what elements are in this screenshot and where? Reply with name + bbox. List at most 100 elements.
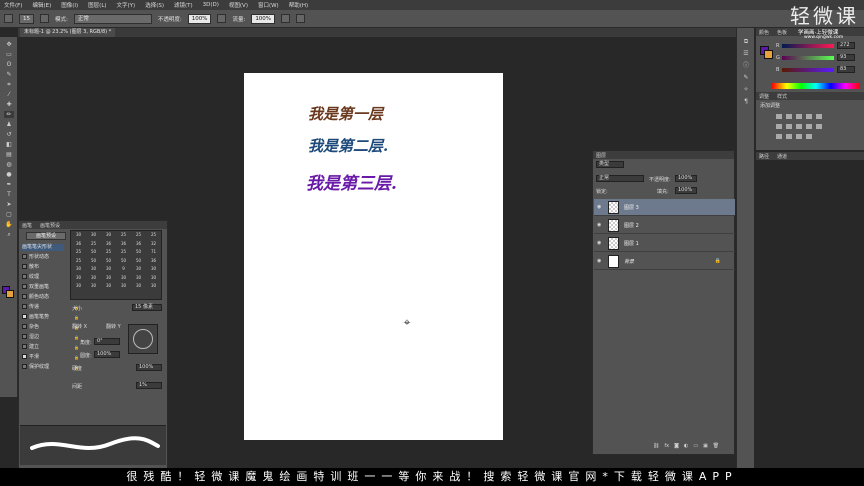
brush-tip[interactable]: 36 <box>131 240 146 249</box>
vibrance-icon[interactable] <box>816 114 822 119</box>
brush-tip[interactable]: 30 <box>116 274 131 283</box>
clone-source-icon[interactable]: ✧ <box>741 86 751 93</box>
brush-option-color-dynamics[interactable]: 颜色动态🔒 <box>22 294 79 301</box>
trash-icon[interactable]: 🗑 <box>713 443 719 451</box>
channel-mixer-icon[interactable] <box>816 124 822 129</box>
checkbox[interactable] <box>22 324 27 329</box>
brush-tip[interactable]: 36 <box>101 240 116 249</box>
brush-option-transfer[interactable]: 传递 🔒 <box>22 304 79 311</box>
checkbox[interactable] <box>22 254 27 259</box>
crop-tool-icon[interactable]: ⌗ <box>4 81 14 88</box>
menu-edit[interactable]: 编辑(E) <box>32 1 51 9</box>
zoom-tool-icon[interactable]: ⌕ <box>4 231 14 238</box>
history-icon[interactable]: ⧉ <box>741 38 751 45</box>
brush-panel-toggle-icon[interactable] <box>40 14 49 23</box>
brush-tip[interactable]: 25 <box>116 248 131 257</box>
flip-y-checkbox[interactable]: 翻转 Y <box>106 323 121 330</box>
brush-size-picker[interactable]: 15 <box>19 13 34 24</box>
curves-icon[interactable] <box>796 114 802 119</box>
brush-tip[interactable]: 30 <box>101 231 116 240</box>
black-white-icon[interactable] <box>796 124 802 129</box>
eye-icon[interactable]: ◉ <box>597 204 601 210</box>
mode-select[interactable]: 正常 <box>73 13 152 24</box>
brush-tip[interactable]: 25 <box>86 240 101 249</box>
size-input[interactable]: 15 像素 <box>132 304 162 311</box>
menu-type[interactable]: 文字(Y) <box>117 1 136 9</box>
exposure-icon[interactable] <box>806 114 812 119</box>
brush-option-wet-edges[interactable]: 湿边 🔒 <box>22 334 79 341</box>
tab-adjustments[interactable]: 调整 <box>759 93 769 100</box>
dodge-tool-icon[interactable]: ● <box>4 171 14 178</box>
brush-tip[interactable]: 50 <box>86 257 101 266</box>
layer-row[interactable]: ◉ 图层 2 <box>594 217 735 234</box>
brush-option-scattering[interactable]: 散布🔒 <box>22 264 79 271</box>
brush-tip-grid[interactable]: 30 30 30 25 25 25 36 25 36 36 36 32 25 50 25 25 50 71 25 50… <box>70 230 162 300</box>
brush-tip[interactable]: 50 <box>131 248 146 257</box>
brush-tip[interactable]: 30 <box>116 282 131 291</box>
tab-layers[interactable]: 图层 <box>596 152 606 159</box>
brush-panel-icon[interactable]: ✎ <box>741 74 751 81</box>
brush-tip[interactable]: 30 <box>146 265 161 274</box>
r-input[interactable]: 272 <box>837 42 855 49</box>
airbrush-icon[interactable] <box>281 14 291 23</box>
brush-option-brush-pose[interactable]: 画笔笔势 🔒 <box>22 314 79 321</box>
background-color-swatch[interactable] <box>6 290 14 298</box>
layer-row[interactable]: ◉ 图层 1 <box>594 235 735 252</box>
brush-tip[interactable]: 32 <box>146 240 161 249</box>
menu-image[interactable]: 图像(I) <box>61 1 78 9</box>
pen-tool-icon[interactable]: ✒ <box>4 181 14 188</box>
brush-option-build-up[interactable]: 建立 🔒 <box>22 344 79 351</box>
menu-select[interactable]: 选择(S) <box>145 1 164 9</box>
folder-icon[interactable]: ▭ <box>693 443 698 451</box>
brush-tip[interactable]: 25 <box>116 231 131 240</box>
color-panel-background[interactable] <box>764 50 773 59</box>
pressure-size-icon[interactable] <box>296 14 306 23</box>
brush-tool-icon[interactable]: ✏ <box>4 111 14 118</box>
flip-x-checkbox[interactable]: 翻转 X <box>72 323 87 330</box>
eye-icon[interactable]: ◉ <box>597 240 601 246</box>
angle-input[interactable]: 0° <box>94 338 120 345</box>
brush-tip[interactable]: 50 <box>101 257 116 266</box>
brush-tip[interactable]: 30 <box>101 265 116 274</box>
photo-filter-icon[interactable] <box>806 124 812 129</box>
layer-blend-mode-select[interactable]: 正常 <box>596 175 644 182</box>
brush-tip[interactable]: 30 <box>131 265 146 274</box>
tab-color[interactable]: 颜色 <box>759 29 769 36</box>
eye-icon[interactable]: ◉ <box>597 222 601 228</box>
flow-input[interactable]: 100% <box>251 13 276 24</box>
stamp-tool-icon[interactable]: ♟ <box>4 121 14 128</box>
adjustment-icon[interactable]: ◐ <box>684 443 688 451</box>
mask-icon[interactable]: ◙ <box>674 443 679 451</box>
blur-tool-icon[interactable]: ◍ <box>4 161 14 168</box>
hardness-input[interactable]: 100% <box>136 364 162 371</box>
b-input[interactable]: 83 <box>837 66 855 73</box>
brush-tip[interactable]: 25 <box>146 231 161 240</box>
g-slider[interactable] <box>782 56 834 60</box>
brush-option-smoothing[interactable]: 平滑 🔒 <box>22 354 79 361</box>
tab-channels[interactable]: 通道 <box>777 153 787 160</box>
layer-row[interactable]: ◉ 背景 🔒 <box>594 253 735 270</box>
brush-tip[interactable]: 30 <box>71 231 86 240</box>
tab-styles[interactable]: 样式 <box>777 93 787 100</box>
color-spectrum-bar[interactable] <box>772 83 860 89</box>
info-icon[interactable]: ⓘ <box>741 62 751 69</box>
brush-option-shape-dynamics[interactable]: 形状动态🔒 <box>22 254 79 261</box>
tab-brush-presets[interactable]: 画笔预设 <box>40 222 60 229</box>
levels-icon[interactable] <box>786 114 792 119</box>
shape-tool-icon[interactable]: ▢ <box>4 211 14 218</box>
path-select-tool-icon[interactable]: ➤ <box>4 201 14 208</box>
brush-tip[interactable]: 25 <box>131 231 146 240</box>
brush-tip[interactable]: 50 <box>86 248 101 257</box>
brush-tip[interactable]: 30 <box>71 274 86 283</box>
layer-kind-filter[interactable]: 类型 <box>596 161 624 168</box>
brush-tool-preset-icon[interactable] <box>4 14 13 23</box>
checkbox[interactable] <box>22 264 27 269</box>
eyedropper-tool-icon[interactable]: ⁄ <box>4 91 14 98</box>
checkbox[interactable] <box>22 364 27 369</box>
brush-tip[interactable]: 25 <box>71 248 86 257</box>
menu-help[interactable]: 帮助(H) <box>289 1 308 9</box>
g-input[interactable]: 93 <box>837 54 855 61</box>
opacity-input[interactable]: 100% <box>187 13 212 24</box>
eye-icon[interactable]: ◉ <box>597 258 601 264</box>
marquee-tool-icon[interactable]: ▭ <box>4 51 14 58</box>
